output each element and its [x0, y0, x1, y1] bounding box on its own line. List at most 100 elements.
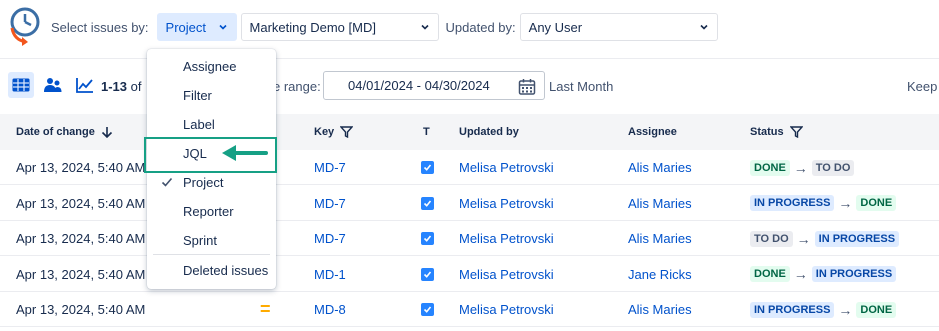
- keep-label[interactable]: Keep: [907, 79, 937, 94]
- issue-key-link[interactable]: MD-7: [314, 186, 346, 221]
- table-row: Apr 13, 2024, 5:40 AM MD-7 Melisa Petrovsk…: [0, 186, 939, 221]
- col-assignee-label: Assignee: [628, 126, 677, 138]
- assignee-link[interactable]: Alis Maries: [628, 186, 692, 221]
- sort-down-arrow-icon[interactable]: [101, 126, 113, 138]
- app-logo-icon: [10, 7, 40, 46]
- task-type-icon: [421, 303, 434, 316]
- assignee-link[interactable]: Jane Ricks: [628, 257, 692, 292]
- updated-by-link[interactable]: Melisa Petrovski: [459, 221, 554, 256]
- status-to-badge: TO DO: [811, 159, 855, 176]
- assignee-link[interactable]: Alis Maries: [628, 221, 692, 256]
- col-type[interactable]: T: [423, 114, 430, 150]
- issue-key-link[interactable]: MD-1: [314, 257, 346, 292]
- status-from-badge: TO DO: [750, 230, 793, 247]
- date-preset-label[interactable]: Last Month: [549, 79, 613, 94]
- table-header: Date of change ʼ Key T Updated by Assign…: [0, 114, 939, 150]
- menu-item-label: Deleted issues: [183, 263, 269, 278]
- arrow-right-icon: →: [838, 301, 853, 318]
- table-icon: [12, 78, 30, 92]
- status-transition: IN PROGRESS → DONE: [750, 186, 897, 221]
- type-cell: [421, 257, 434, 292]
- status-transition: DONE → IN PROGRESS: [750, 257, 897, 292]
- table-row: Apr 13, 2024, 5:40 AM = MD-8 Melisa Petrovs…: [0, 292, 939, 327]
- menu-item-assignee[interactable]: Assignee: [147, 52, 276, 81]
- col-status[interactable]: Status: [750, 114, 803, 150]
- line-chart-icon: [76, 78, 93, 93]
- arrow-right-icon: →: [838, 195, 853, 211]
- menu-item-label[interactable]: Label: [147, 110, 276, 139]
- updated-by-link[interactable]: Melisa Petrovski: [459, 186, 554, 221]
- col-assignee[interactable]: Assignee: [628, 114, 677, 150]
- date-cell: Apr 13, 2024, 5:40 AM: [16, 160, 146, 175]
- project-dropdown[interactable]: Marketing Demo [MD]: [240, 13, 439, 41]
- task-type-icon: [421, 267, 434, 281]
- select-issues-label: Select issues by:: [51, 19, 149, 35]
- users-icon: [44, 78, 62, 92]
- updated-by-link[interactable]: Melisa Petrovski: [459, 150, 554, 185]
- assignee-link[interactable]: Alis Maries: [628, 150, 692, 185]
- date-range-value: 04/01/2024 - 04/30/2024: [348, 78, 490, 93]
- filter-icon[interactable]: [340, 126, 354, 138]
- updated-by-link[interactable]: Melisa Petrovski: [459, 292, 554, 327]
- menu-item-deleted-issues[interactable]: Deleted issues: [147, 256, 276, 285]
- assignee-link[interactable]: Alis Maries: [628, 292, 692, 327]
- col-key[interactable]: Key: [314, 114, 354, 150]
- status-to-badge: IN PROGRESS: [814, 230, 900, 247]
- updated-by-link[interactable]: Melisa Petrovski: [459, 257, 554, 292]
- issue-key-link[interactable]: MD-7: [314, 150, 346, 185]
- col-updated-by[interactable]: Updated by: [459, 114, 519, 150]
- date-cell: Apr 13, 2024, 5:40 AM: [16, 302, 146, 317]
- filter-icon[interactable]: [789, 126, 803, 138]
- status-from-badge: DONE: [750, 266, 790, 282]
- col-date-label: Date of change: [16, 126, 95, 138]
- calendar-icon[interactable]: [518, 78, 536, 96]
- status-from-badge: IN PROGRESS: [750, 301, 835, 318]
- menu-item-label: Sprint: [183, 233, 217, 248]
- col-updated-by-label: Updated by: [459, 126, 519, 138]
- status-from-badge: DONE: [750, 159, 790, 176]
- updated-by-label: Updated by:: [445, 19, 516, 35]
- project-value: Marketing Demo [MD]: [249, 19, 376, 35]
- menu-item-reporter[interactable]: Reporter: [147, 197, 276, 226]
- table-row: Apr 13, 2024, 5:40 AM MD-1 Melisa Petrovsk…: [0, 257, 939, 292]
- col-status-label: Status: [750, 126, 784, 138]
- arrow-right-icon: →: [793, 159, 808, 176]
- table-view-button[interactable]: [8, 72, 34, 98]
- date-cell: Apr 13, 2024, 5:40 AM: [16, 195, 146, 211]
- task-type-icon: [421, 232, 434, 245]
- view-switcher: [8, 72, 98, 98]
- menu-item-label: Assignee: [183, 59, 237, 74]
- updated-by-dropdown[interactable]: Any User: [519, 13, 718, 41]
- menu-item-label: Filter: [183, 88, 212, 103]
- issue-key-link[interactable]: MD-8: [314, 292, 346, 327]
- menu-item-filter[interactable]: Filter: [147, 81, 276, 110]
- col-type-label: T: [423, 126, 430, 138]
- chevron-down-icon: [420, 24, 429, 30]
- status-transition: TO DO → IN PROGRESS: [750, 221, 900, 256]
- table-row: Apr 13, 2024, 5:40 AM MD-7 Melisa Petrovsk…: [0, 221, 939, 256]
- menu-item-sprint[interactable]: Sprint: [147, 226, 276, 255]
- task-type-icon: [421, 196, 434, 210]
- table-row: Apr 13, 2024, 5:40 AM MD-7 Melisa Petrovsk…: [0, 150, 939, 185]
- status-transition: IN PROGRESS → DONE: [750, 292, 897, 327]
- row-divider: [0, 326, 939, 327]
- arrow-left-icon: [222, 145, 268, 161]
- users-view-button[interactable]: [40, 72, 66, 98]
- task-type-icon: [421, 161, 434, 174]
- arrow-right-icon: →: [796, 230, 811, 247]
- status-to-badge: DONE: [856, 195, 897, 211]
- chart-view-button[interactable]: [72, 72, 98, 98]
- issue-key-link[interactable]: MD-7: [314, 221, 346, 256]
- updated-by-value: Any User: [528, 19, 583, 35]
- date-range-input[interactable]: 04/01/2024 - 04/30/2024: [323, 71, 545, 100]
- status-from-badge: IN PROGRESS: [750, 195, 835, 211]
- arrow-right-icon: →: [793, 266, 808, 282]
- result-of: of: [127, 79, 142, 94]
- chevron-down-icon: [218, 24, 227, 30]
- type-cell: [421, 150, 434, 185]
- status-to-badge: DONE: [856, 301, 897, 318]
- date-cell: Apr 13, 2024, 5:40 AM: [16, 266, 146, 282]
- chevron-down-icon: [700, 24, 708, 30]
- select-issues-by-dropdown[interactable]: Project: [156, 13, 237, 41]
- col-date-of-change[interactable]: Date of change: [16, 114, 113, 150]
